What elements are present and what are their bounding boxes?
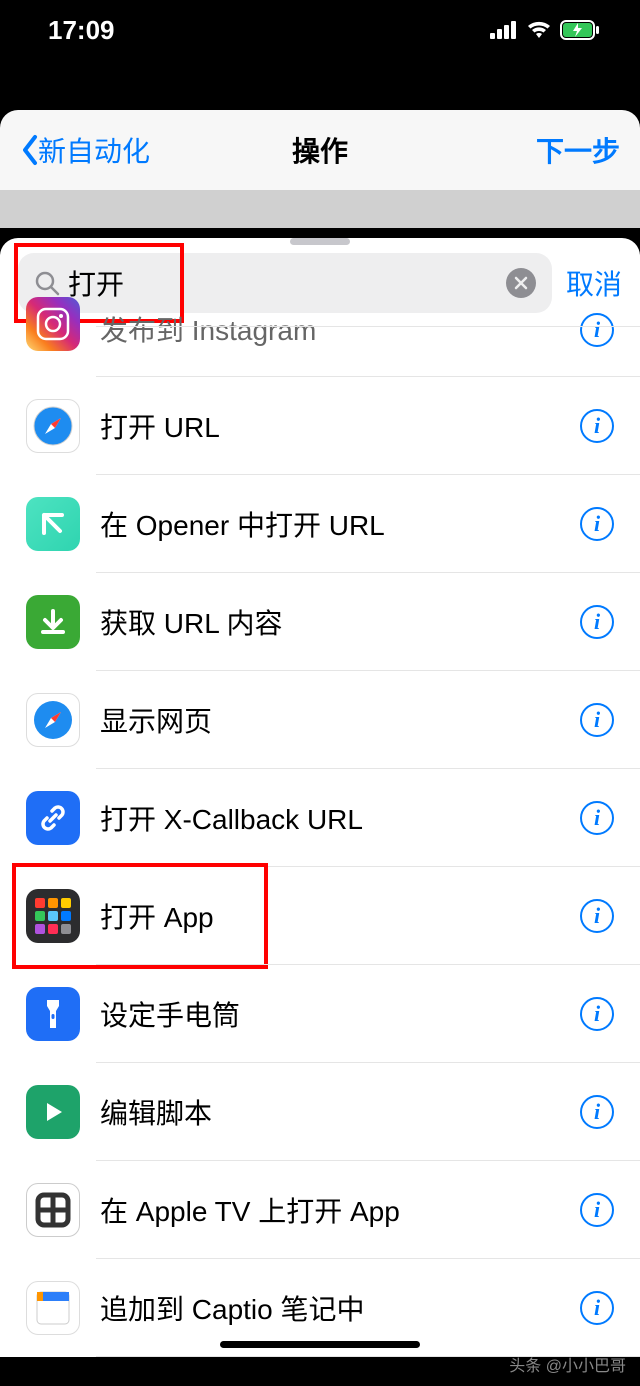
flashlight-icon [26,987,80,1041]
row-label: 打开 App [100,896,580,936]
status-indicators [490,20,600,40]
home-indicator[interactable] [220,1341,420,1348]
battery-icon [560,20,600,40]
list-item-script[interactable]: 编辑脚本 i [0,1063,640,1161]
instagram-icon [26,297,80,351]
info-button[interactable]: i [580,801,614,835]
status-time: 17:09 [48,15,115,46]
list-item-appletv[interactable]: 在 Apple TV 上打开 App i [0,1161,640,1259]
download-icon [26,595,80,649]
back-label: 新自动化 [38,130,150,170]
info-button[interactable]: i [580,1193,614,1227]
info-button[interactable]: i [580,507,614,541]
info-button[interactable]: i [580,1095,614,1129]
close-icon [514,276,528,290]
info-button[interactable]: i [580,409,614,443]
info-button[interactable]: i [580,703,614,737]
opener-icon [26,497,80,551]
info-button[interactable]: i [580,313,614,347]
cancel-button[interactable]: 取消 [566,263,622,303]
row-label: 发布到 Instagram [100,309,580,349]
safari-icon [26,399,80,453]
row-label: 设定手电筒 [100,994,580,1034]
list-item-instagram[interactable]: 发布到 Instagram i [0,327,640,377]
clear-button[interactable] [506,268,536,298]
search-sheet: 取消 发布到 Instagram i 打开 URL i 在 Opener 中打开… [0,238,640,1357]
row-label: 在 Opener 中打开 URL [100,504,580,544]
app-grid-icon [26,889,80,943]
status-bar: 17:09 [0,0,640,60]
appletv-icon [26,1183,80,1237]
nav-bar: 新自动化 操作 下一步 [0,110,640,190]
row-label: 在 Apple TV 上打开 App [100,1190,580,1230]
watermark: 头条 @小小巴哥 [509,1352,626,1376]
play-icon [26,1085,80,1139]
captio-icon [26,1281,80,1335]
search-input[interactable] [68,267,498,299]
wifi-icon [526,20,552,40]
row-label: 显示网页 [100,700,580,740]
list-item-open-url[interactable]: 打开 URL i [0,377,640,475]
chevron-left-icon [20,134,40,166]
row-label: 追加到 Captio 笔记中 [100,1288,580,1328]
search-field[interactable] [18,253,552,313]
info-button[interactable]: i [580,605,614,639]
list-item-show-webpage[interactable]: 显示网页 i [0,671,640,769]
list-item-open-app[interactable]: 打开 App i [0,867,640,965]
sheet-grabber[interactable] [290,238,350,245]
back-button[interactable]: 新自动化 [20,130,150,170]
action-list: 发布到 Instagram i 打开 URL i 在 Opener 中打开 UR… [0,327,640,1357]
list-item-xcallback[interactable]: 打开 X-Callback URL i [0,769,640,867]
safari-icon [26,693,80,747]
nav-title: 操作 [292,130,348,170]
list-item-opener[interactable]: 在 Opener 中打开 URL i [0,475,640,573]
info-button[interactable]: i [580,997,614,1031]
search-icon [34,270,60,296]
next-button[interactable]: 下一步 [536,130,620,170]
link-icon [26,791,80,845]
row-label: 编辑脚本 [100,1092,580,1132]
row-label: 打开 URL [100,406,580,446]
row-label: 获取 URL 内容 [100,602,580,642]
list-item-get-url[interactable]: 获取 URL 内容 i [0,573,640,671]
row-label: 打开 X-Callback URL [100,798,580,838]
list-item-flashlight[interactable]: 设定手电筒 i [0,965,640,1063]
info-button[interactable]: i [580,1291,614,1325]
signal-icon [490,21,518,39]
info-button[interactable]: i [580,899,614,933]
